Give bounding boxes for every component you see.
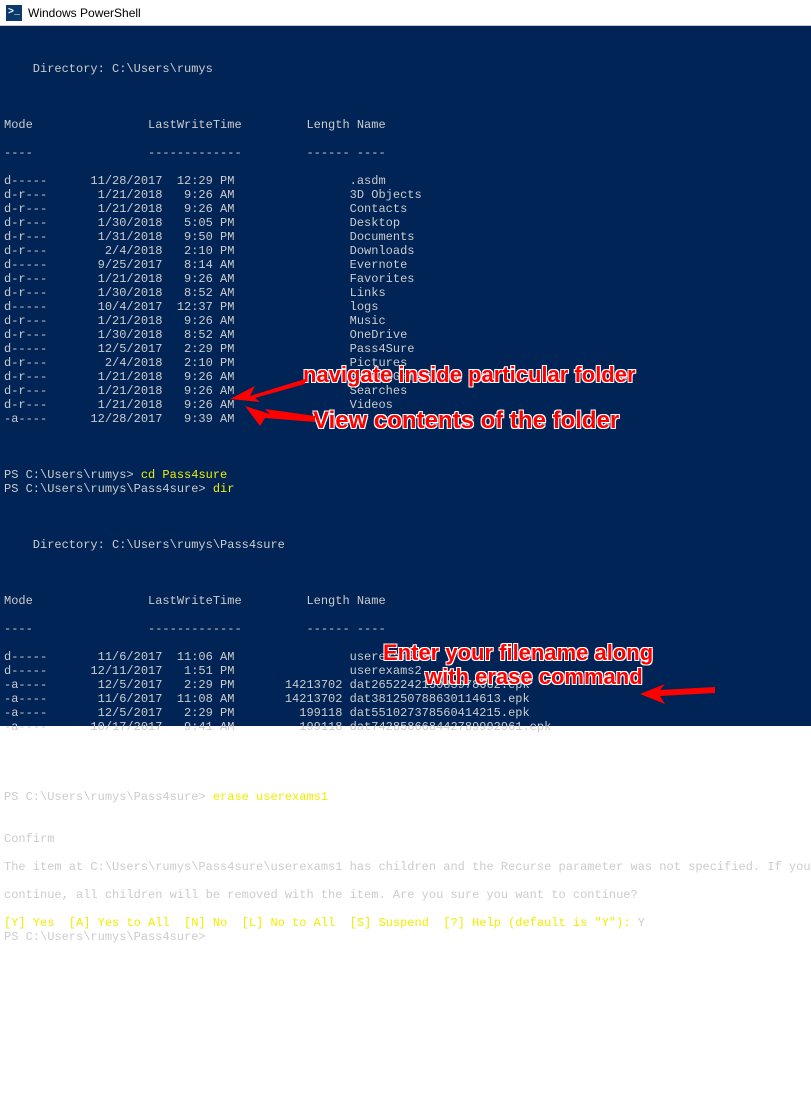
prompt-line-2: PS C:\Users\rumys\Pass4sure> dir — [4, 482, 234, 496]
prompt-line-1: PS C:\Users\rumys> cd Pass4sure — [4, 468, 227, 482]
prompt-line-4[interactable]: PS C:\Users\rumys\Pass4sure> — [4, 930, 213, 944]
prompt-line-3: PS C:\Users\rumys\Pass4sure> erase usere… — [4, 790, 328, 804]
column-headers: Mode LastWriteTime Length Name — [4, 118, 807, 132]
cmd-erase: erase userexams1 — [213, 790, 328, 804]
terminal-output[interactable]: Directory: C:\Users\rumys Mode LastWrite… — [0, 26, 811, 726]
titlebar[interactable]: >_ Windows PowerShell — [0, 0, 811, 26]
confirm-options[interactable]: [Y] Yes [A] Yes to All [N] No [L] No to … — [4, 916, 645, 930]
directory-header: Directory: C:\Users\rumys — [4, 62, 807, 76]
cmd-dir: dir — [213, 482, 235, 496]
column-underline: ---- ------------- ------ ---- — [4, 146, 807, 160]
window-title: Windows PowerShell — [28, 6, 141, 20]
cmd-cd: cd Pass4sure — [141, 468, 227, 482]
column-underline-2: ---- ------------- ------ ---- — [4, 622, 807, 636]
directory-header-2: Directory: C:\Users\rumys\Pass4sure — [4, 538, 807, 552]
directory-listing-2: d----- 11/6/2017 11:06 AM userexams1 d--… — [4, 650, 807, 734]
confirm-msg-2: continue, all children will be removed w… — [4, 888, 807, 902]
column-headers-2: Mode LastWriteTime Length Name — [4, 594, 807, 608]
directory-listing-1: d----- 11/28/2017 12:29 PM .asdm d-r--- … — [4, 174, 807, 426]
confirm-msg-1: The item at C:\Users\rumys\Pass4sure\use… — [4, 860, 807, 874]
powershell-icon: >_ — [6, 5, 22, 21]
confirm-title: Confirm — [4, 832, 807, 846]
